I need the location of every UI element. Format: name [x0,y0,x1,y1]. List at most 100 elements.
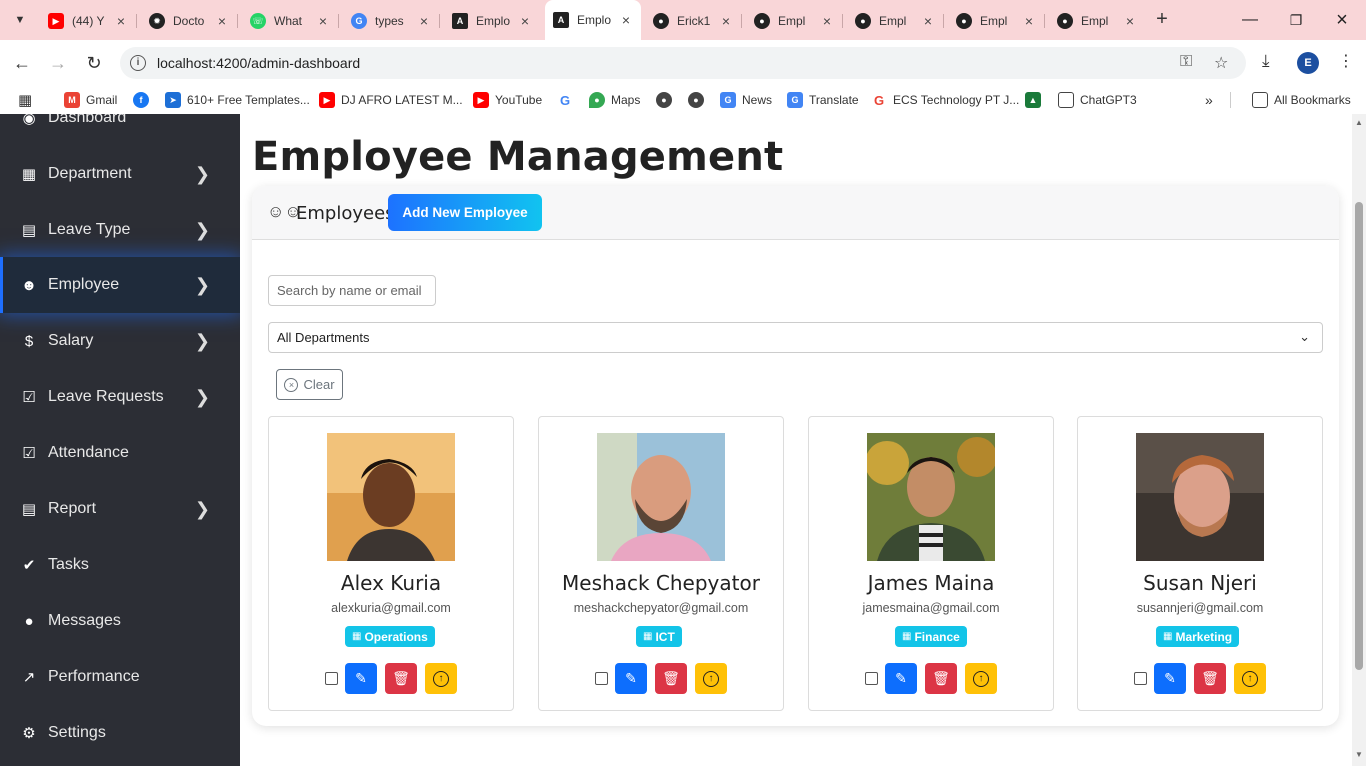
close-tab-icon[interactable]: × [820,13,834,29]
main-content: Employee Management ☺☺ Employees Add New… [240,114,1352,766]
scrollbar-thumb[interactable] [1355,202,1363,670]
close-tab-icon[interactable]: × [1022,13,1036,29]
browser-tab[interactable]: ● Empl × [746,8,843,34]
bookmark-item[interactable]: ▲ [1025,90,1047,110]
sidebar-item-salary[interactable]: $ Salary ❯ [0,313,240,369]
tab-strip: ▼ ▶ (44) Y × ✹ Docto × ☏ What × G types … [0,0,1366,40]
browser-tab[interactable]: ● Erick1 × [645,8,742,34]
sidebar-item-report[interactable]: ▤ Report ❯ [0,481,240,537]
bookmark-globe[interactable]: ● [656,90,678,110]
close-tab-icon[interactable]: × [719,13,733,29]
sidebar-item-messages[interactable]: ● Messages [0,593,240,649]
select-checkbox[interactable] [325,672,338,685]
delete-button[interactable]: 🗑 [655,663,687,694]
upload-button[interactable]: ↑ [695,663,727,694]
edit-button[interactable]: ✎ [1154,663,1186,694]
bookmark-ecs[interactable]: G ECS Technology PT J... [871,90,1019,110]
sidebar-item-leave-type[interactable]: ▤ Leave Type ❯ [0,202,240,258]
forward-button[interactable]: → [46,51,70,75]
employee-photo [1136,433,1264,561]
site-info-icon[interactable]: i [130,55,146,71]
more-bookmarks-icon[interactable]: » [1205,90,1213,110]
bookmark-chatgpt3[interactable]: ChatGPT3 [1058,90,1137,110]
add-new-employee-button[interactable]: Add New Employee [388,194,542,231]
close-tab-icon[interactable]: × [215,13,229,29]
upload-button[interactable]: ↑ [1234,663,1266,694]
upload-button[interactable]: ↑ [965,663,997,694]
close-tab-icon[interactable]: × [921,13,935,29]
apps-grid-icon[interactable]: ▦ [18,90,32,110]
close-window-button[interactable]: × [1322,8,1362,32]
calendar-icon: ☑ [22,445,36,462]
sidebar-item-leave-requests[interactable]: ☑ Leave Requests ❯ [0,369,240,425]
browser-tab[interactable]: ● Empl × [1049,8,1145,34]
close-tab-icon[interactable]: × [1123,13,1137,29]
bookmark-dj-afro[interactable]: ▶ DJ AFRO LATEST M... [319,90,463,110]
browser-tab[interactable]: ✹ Docto × [141,8,238,34]
more-menu-icon[interactable]: ⋮ [1338,51,1354,71]
browser-tab[interactable]: G types × [343,8,440,34]
restore-button[interactable]: ❐ [1276,8,1316,32]
bookmark-translate[interactable]: G Translate [787,90,859,110]
delete-button[interactable]: 🗑 [1194,663,1226,694]
close-tab-icon[interactable]: × [417,13,431,29]
download-icon[interactable]: ⤓ [1262,51,1270,71]
employee-name: James Maina [867,571,995,595]
sidebar-item-tasks[interactable]: ✔ Tasks [0,537,240,593]
translate-icon: G [787,92,803,108]
department-select[interactable]: All Departments ⌄ [268,322,1323,353]
browser-tab[interactable]: ● Empl × [847,8,944,34]
browser-tab[interactable]: A Emplo × [444,8,540,34]
minimize-button[interactable]: — [1230,8,1270,32]
close-tab-icon[interactable]: × [114,13,128,29]
select-checkbox[interactable] [595,672,608,685]
tab-search-icon[interactable]: ▼ [8,8,32,32]
search-input[interactable] [268,275,436,306]
new-tab-button[interactable]: + [1151,8,1173,32]
profile-avatar[interactable]: E [1297,52,1319,74]
sidebar-item-settings[interactable]: ⚙ Settings [0,705,240,761]
bookmark-gmail[interactable]: M Gmail [64,90,117,110]
sidebar-item-dashboard[interactable]: ◉ Dashboard [0,114,240,146]
sidebar-item-department[interactable]: ▦ Department ❯ [0,146,240,202]
delete-button[interactable]: 🗑 [925,663,957,694]
bookmark-templates[interactable]: ➤ 610+ Free Templates... [165,90,310,110]
bookmark-maps[interactable]: ● Maps [589,90,640,110]
trash-icon: 🗑 [662,670,680,686]
employee-card: Meshack Chepyator meshackchepyator@gmail… [538,416,784,711]
bookmark-youtube[interactable]: ▶ YouTube [473,90,542,110]
browser-tab-active[interactable]: A Emplo × [545,0,641,40]
bookmark-google[interactable]: G [557,90,579,110]
close-tab-icon[interactable]: × [518,13,532,29]
edit-button[interactable]: ✎ [345,663,377,694]
all-bookmarks[interactable]: All Bookmarks [1252,90,1351,110]
url-field[interactable]: i localhost:4200/admin-dashboard ⚿ ☆ [120,47,1246,79]
clear-button[interactable]: × Clear [276,369,343,400]
page-scrollbar[interactable]: ▲ ▼ [1352,114,1366,766]
browser-tab[interactable]: ☏ What × [242,8,339,34]
back-button[interactable]: ← [10,51,34,75]
edit-button[interactable]: ✎ [615,663,647,694]
upload-button[interactable]: ↑ [425,663,457,694]
close-tab-icon[interactable]: × [619,12,633,28]
sidebar-item-employee[interactable]: ☻ Employee ❯ [0,257,240,313]
bookmark-globe[interactable]: ● [688,90,710,110]
bookmark-facebook[interactable]: f [133,90,155,110]
select-checkbox[interactable] [865,672,878,685]
browser-tab[interactable]: ▶ (44) Y × [40,8,137,34]
scroll-down-arrow-icon[interactable]: ▼ [1354,750,1364,759]
edit-button[interactable]: ✎ [885,663,917,694]
select-checkbox[interactable] [1134,672,1147,685]
password-key-icon[interactable]: ⚿ [1180,53,1192,71]
delete-button[interactable]: 🗑 [385,663,417,694]
scroll-up-arrow-icon[interactable]: ▲ [1354,118,1364,127]
browser-tab[interactable]: ● Empl × [948,8,1045,34]
reload-button[interactable]: ↻ [82,51,106,75]
close-circle-icon: × [284,377,299,392]
sidebar-item-performance[interactable]: ↗ Performance [0,649,240,705]
briefcase-icon: ▤ [21,222,37,239]
sidebar-item-attendance[interactable]: ☑ Attendance [0,425,240,481]
bookmark-star-icon[interactable]: ☆ [1214,53,1228,73]
bookmark-news[interactable]: G News [720,90,772,110]
close-tab-icon[interactable]: × [316,13,330,29]
